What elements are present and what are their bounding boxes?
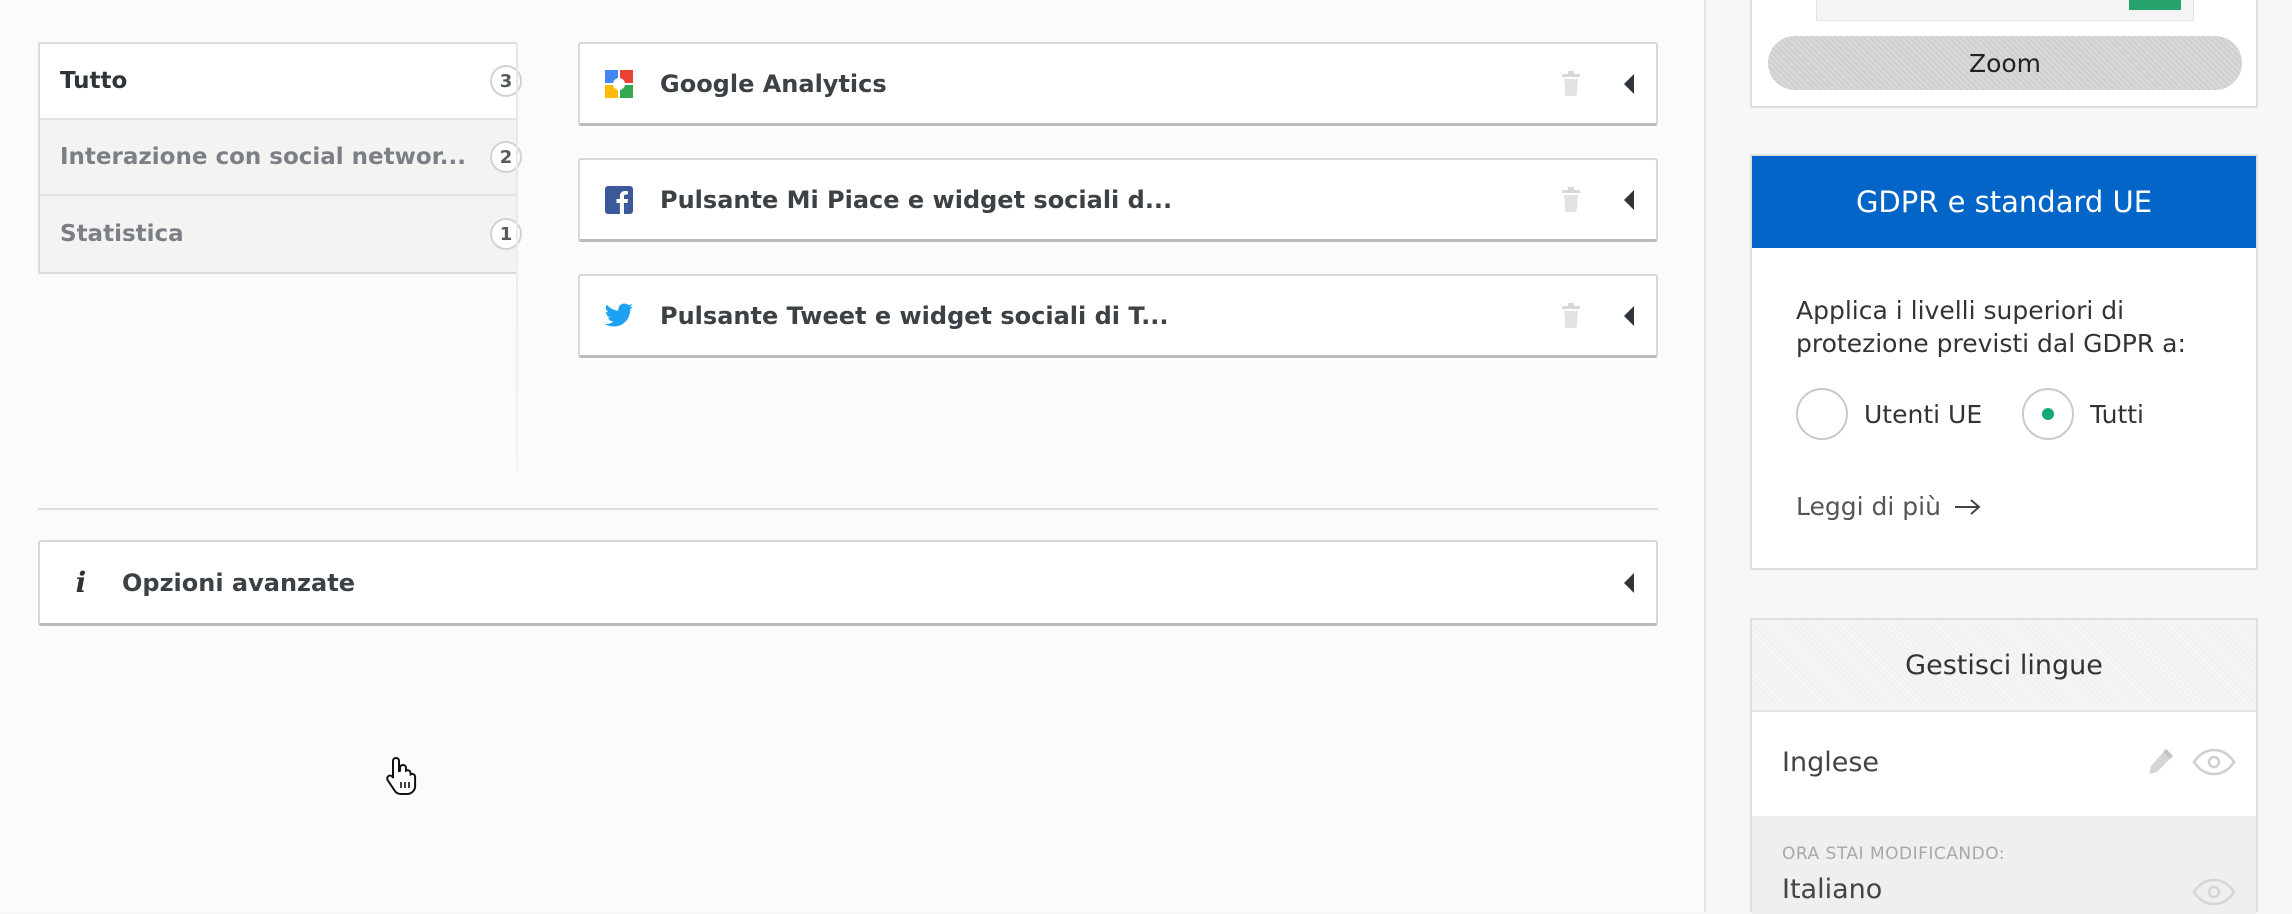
section-divider — [38, 508, 1658, 510]
category-label: Statistica — [60, 221, 184, 247]
advanced-options-label: Opzioni avanzate — [122, 568, 355, 597]
expand-caret-icon[interactable] — [1624, 189, 1634, 210]
expand-caret-icon[interactable] — [1624, 305, 1634, 326]
editing-caption: ORA STAI MODIFICANDO: — [1782, 844, 2005, 864]
trash-icon[interactable] — [1560, 70, 1582, 97]
preview-card: Zoom — [1750, 0, 2258, 108]
service-item-facebook[interactable]: Pulsante Mi Piace e widget sociali d... — [578, 158, 1658, 242]
expand-caret-icon[interactable] — [1624, 572, 1634, 593]
gdpr-scope-radio-group: Utenti UE Tutti — [1796, 388, 2184, 440]
gdpr-description: Applica i livelli superiori di protezion… — [1796, 296, 2186, 358]
service-name: Pulsante Mi Piace e widget sociali d... — [660, 185, 1173, 214]
advanced-options-toggle[interactable]: i Opzioni avanzate — [38, 540, 1658, 626]
service-item-google-analytics[interactable]: Google Analytics — [578, 42, 1658, 126]
vertical-divider — [516, 42, 518, 472]
read-more-label: Leggi di più — [1796, 492, 1941, 521]
zoom-button[interactable]: Zoom — [1768, 36, 2242, 90]
google-analytics-icon — [602, 67, 636, 101]
editing-language-name: Italiano — [1782, 874, 1883, 905]
info-icon: i — [75, 566, 87, 599]
category-list: Tutto 3 Interazione con social networ...… — [38, 42, 522, 274]
preview-thumbnail — [1816, 0, 2194, 21]
category-item-all[interactable]: Tutto 3 — [40, 44, 522, 120]
language-manager-title: Gestisci lingue — [1752, 620, 2256, 712]
category-label: Interazione con social networ... — [60, 144, 466, 170]
radio-all[interactable] — [2022, 388, 2075, 440]
language-row: Inglese — [1752, 712, 2256, 812]
language-manager-card: Gestisci lingue Inglese ORA STAI MODIFIC… — [1750, 618, 2258, 914]
facebook-icon — [602, 183, 636, 217]
category-label: Tutto — [60, 68, 128, 94]
arrow-right-icon — [1954, 498, 1981, 515]
trash-icon[interactable] — [1560, 302, 1582, 329]
eye-icon[interactable] — [2192, 878, 2236, 906]
category-item-statistics[interactable]: Statistica 1 — [40, 196, 522, 272]
gdpr-card: GDPR e standard UE Applica i livelli sup… — [1750, 154, 2258, 570]
main-panel: Tutto 3 Interazione con social networ...… — [0, 0, 1706, 912]
language-name: Inglese — [1782, 746, 1880, 778]
service-name: Google Analytics — [660, 69, 887, 98]
radio-eu-users[interactable] — [1796, 388, 1848, 440]
current-editing-language: ORA STAI MODIFICANDO: Italiano — [1752, 816, 2256, 914]
hand-pointer-cursor-icon — [386, 756, 417, 795]
pencil-icon[interactable] — [2144, 746, 2176, 778]
gdpr-title: GDPR e standard UE — [1752, 156, 2256, 248]
twitter-icon — [602, 299, 636, 333]
radio-selected-dot — [2042, 408, 2055, 420]
radio-label: Tutti — [2090, 399, 2144, 429]
service-item-twitter[interactable]: Pulsante Tweet e widget sociali di T... — [578, 274, 1658, 358]
radio-label: Utenti UE — [1864, 399, 1983, 429]
expand-caret-icon[interactable] — [1624, 73, 1634, 94]
service-name: Pulsante Tweet e widget sociali di T... — [660, 301, 1169, 330]
thumbnail-accent — [2129, 0, 2181, 10]
eye-icon[interactable] — [2192, 748, 2236, 776]
trash-icon[interactable] — [1560, 186, 1582, 213]
read-more-link[interactable]: Leggi di più — [1796, 492, 1983, 521]
category-item-social[interactable]: Interazione con social networ... 2 — [40, 120, 522, 196]
